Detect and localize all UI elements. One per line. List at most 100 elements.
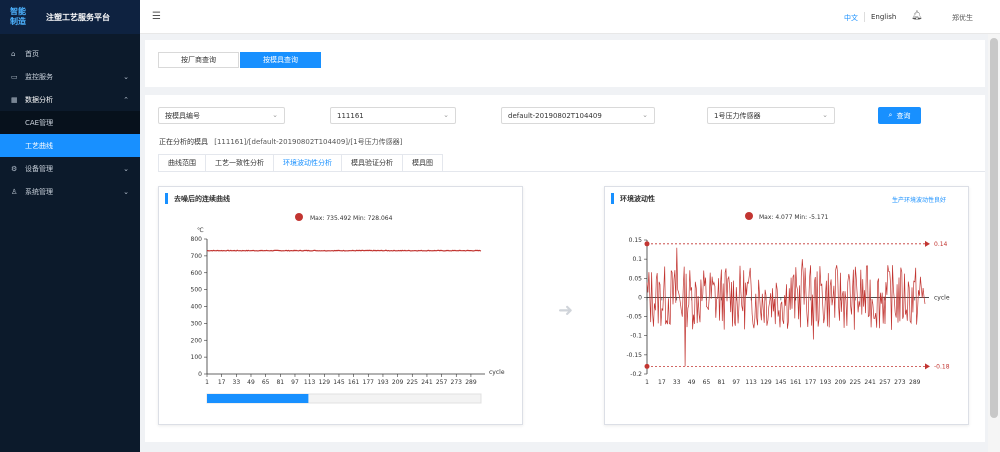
- sidebar-item-data-analysis[interactable]: ▦ 数据分析 ⌃: [0, 88, 140, 111]
- x-tick-label: 241: [864, 379, 876, 386]
- divider: [864, 12, 865, 22]
- x-tick-label: 273: [894, 379, 906, 386]
- x-tick-label: 97: [291, 379, 299, 386]
- arrow-right-icon: ➜: [558, 300, 574, 321]
- legend-marker: [295, 213, 303, 221]
- y-tick-label: 0.05: [629, 275, 643, 282]
- tab-mold-drawing[interactable]: 模具图: [402, 154, 443, 172]
- panel-title: 去噪后的连续曲线: [165, 193, 230, 204]
- data-select[interactable]: default-20190802T104409 ⌄: [501, 107, 655, 124]
- user-name[interactable]: 郑优生: [952, 13, 973, 23]
- sidebar-item-home[interactable]: ⌂ 首页: [0, 42, 140, 65]
- y-tick-label: 500: [191, 287, 203, 294]
- monitor-icon: ▭: [11, 72, 18, 81]
- y-tick-label: 600: [191, 270, 203, 277]
- brand: 智能 制造 注塑工艺服务平台: [0, 0, 140, 34]
- tab-process-consistency[interactable]: 工艺一致性分析: [205, 154, 273, 172]
- chevron-down-icon: ⌄: [443, 111, 449, 119]
- analysis-prefix: 正在分析的模具: [159, 138, 208, 146]
- analysis-status: 正在分析的模具 [111161]/[default-20190802T10440…: [159, 137, 402, 147]
- bell-icon[interactable]: 🔔︎: [911, 11, 922, 21]
- query-button[interactable]: ⌕ 查询: [878, 107, 921, 124]
- sensor-select-value: 1号压力传感器: [714, 111, 761, 120]
- panel-title-text: 环境波动性: [620, 194, 655, 203]
- series-line: [207, 249, 482, 252]
- y-tick-label: 0: [198, 371, 202, 378]
- menu-collapse-icon[interactable]: ☰: [152, 11, 161, 22]
- zoom-slider-handle: [207, 394, 309, 403]
- lang-zh-link[interactable]: 中文: [844, 13, 858, 23]
- tab-by-vendor[interactable]: 按厂商查询: [158, 52, 239, 68]
- x-tick-label: 289: [909, 379, 921, 386]
- y-tick-label: -0.1: [630, 333, 642, 340]
- x-tick-label: 161: [790, 379, 802, 386]
- x-tick-label: 225: [850, 379, 862, 386]
- denoised-curve-panel: 去噪后的连续曲线 Max: 735.492 Min: 728.064 ℃ 0 100 2…: [158, 186, 523, 425]
- type-select-value: 按模具编号: [165, 111, 200, 120]
- tab-environment-volatility[interactable]: 环境波动性分析: [273, 154, 341, 172]
- search-icon: ⌕: [888, 111, 893, 119]
- chevron-down-icon: ⌄: [822, 111, 828, 119]
- x-axis-label: cycle: [934, 294, 950, 301]
- x-tick-label: 129: [319, 379, 331, 386]
- chevron-down-icon: ⌄: [123, 72, 129, 81]
- y-tick-label: 100: [191, 354, 203, 361]
- x-tick-label: 225: [407, 379, 419, 386]
- lower-limit-arrow: [925, 363, 930, 370]
- type-select[interactable]: 按模具编号 ⌄: [158, 107, 285, 124]
- main-card: 按模具编号 ⌄ 111161 ⌄ default-20190802T104409…: [145, 95, 985, 442]
- sidebar-subitem-process-curve[interactable]: 工艺曲线: [0, 134, 140, 157]
- sensor-select[interactable]: 1号压力传感器 ⌄: [707, 107, 835, 124]
- query-button-label: 查询: [896, 111, 911, 120]
- panel-title: 环境波动性: [611, 193, 655, 204]
- y-tick-label: -0.05: [626, 314, 642, 321]
- x-tick-label: 145: [775, 379, 787, 386]
- y-tick-label: 0.1: [632, 256, 642, 263]
- sidebar-item-device[interactable]: ⚙ 设备管理 ⌄: [0, 157, 140, 180]
- x-tick-label: 49: [688, 379, 696, 386]
- title-accent-bar: [165, 193, 168, 204]
- gear-icon: ⚙: [11, 164, 18, 173]
- legend-marker: [745, 212, 753, 220]
- x-tick-label: 1: [645, 379, 649, 386]
- x-tick-label: 113: [745, 379, 757, 386]
- sidebar-subitem-label: 工艺曲线: [25, 141, 53, 150]
- tab-by-mold[interactable]: 按模具查询: [240, 52, 321, 68]
- home-icon: ⌂: [11, 49, 16, 58]
- legend-text: Max: 4.077 Min: -5.171: [759, 214, 829, 221]
- y-tick-label: 400: [191, 304, 203, 311]
- sidebar-item-label: 数据分析: [25, 95, 53, 104]
- mold-select[interactable]: 111161 ⌄: [330, 107, 456, 124]
- x-tick-label: 33: [673, 379, 681, 386]
- volatility-panel: 环境波动性 生产环境波动性良好 Max: 4.077 Min: -5.171 0.…: [604, 186, 969, 425]
- grid-icon: ▦: [11, 95, 18, 104]
- x-tick-label: 161: [348, 379, 360, 386]
- lang-en-link[interactable]: English: [871, 13, 896, 21]
- mold-select-value: 111161: [337, 111, 364, 120]
- x-tick-label: 65: [703, 379, 711, 386]
- chevron-down-icon: ⌄: [272, 111, 278, 119]
- x-tick-label: 209: [835, 379, 847, 386]
- sidebar-item-system[interactable]: ♙ 系统管理 ⌄: [0, 180, 140, 203]
- y-tick-label: 700: [191, 253, 203, 260]
- sidebar-item-monitor[interactable]: ▭ 监控服务 ⌄: [0, 65, 140, 88]
- tab-mold-validation[interactable]: 模具验证分析: [341, 154, 402, 172]
- x-tick-label: 81: [276, 379, 284, 386]
- y-tick-label: 0: [638, 294, 642, 301]
- sidebar-item-label: 首页: [25, 49, 39, 58]
- tab-curve-range[interactable]: 曲线范围: [158, 154, 205, 172]
- x-tick-label: 177: [363, 379, 375, 386]
- volatility-status-link[interactable]: 生产环境波动性良好: [892, 195, 946, 204]
- x-tick-label: 257: [879, 379, 891, 386]
- y-axis-unit: ℃: [197, 227, 204, 234]
- x-axis-label: cycle: [489, 369, 505, 376]
- scrollbar-thumb[interactable]: [990, 38, 998, 418]
- upper-limit-marker: [644, 241, 650, 247]
- volatility-chart: Max: 4.077 Min: -5.171 0.15 0.1 0.05 0 -0.05 -…: [626, 212, 950, 386]
- sidebar-item-label: 设备管理: [25, 164, 53, 173]
- x-tick-label: 33: [233, 379, 241, 386]
- sidebar-subitem-cae[interactable]: CAE管理: [0, 111, 140, 134]
- denoised-curve-chart: Max: 735.492 Min: 728.064 ℃ 0 100 200 300 400 5…: [191, 213, 505, 404]
- x-tick-label: 65: [262, 379, 270, 386]
- x-tick-label: 209: [392, 379, 404, 386]
